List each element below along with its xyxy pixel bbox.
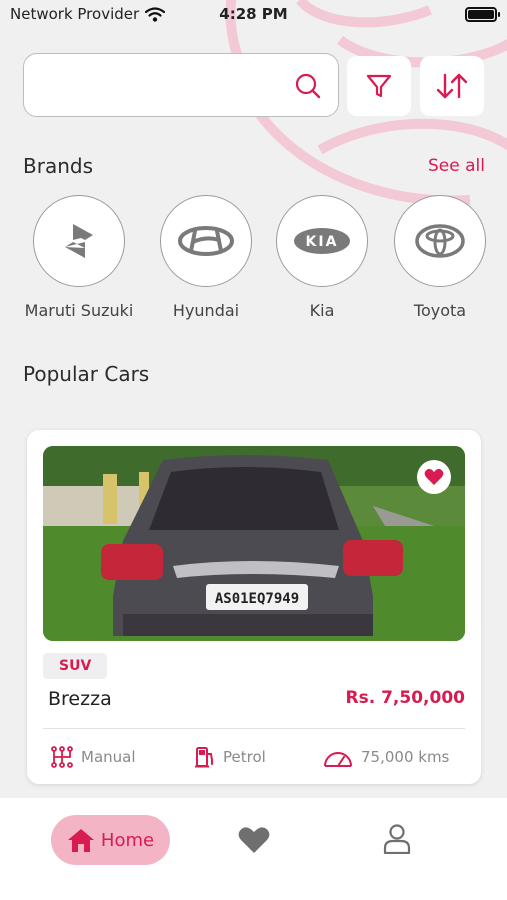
favorite-button[interactable] xyxy=(417,460,451,494)
car-name: Brezza xyxy=(48,688,112,710)
suzuki-logo-icon xyxy=(65,224,93,258)
search-input[interactable] xyxy=(23,53,339,117)
battery-icon xyxy=(465,7,500,22)
kia-logo-icon: KIA xyxy=(294,228,350,254)
user-icon xyxy=(383,824,411,855)
hyundai-logo-icon xyxy=(178,226,234,256)
bottom-nav: Home xyxy=(0,798,507,900)
car-image: AS01EQ7949 xyxy=(43,446,465,641)
transmission-label: Manual xyxy=(81,748,136,766)
heart-icon xyxy=(424,468,444,485)
brands-title: Brands xyxy=(23,154,93,178)
brand-label: Maruti Suzuki xyxy=(24,301,134,320)
status-time: 4:28 PM xyxy=(219,5,288,23)
spec-transmission: Manual xyxy=(51,746,136,768)
brand-logo-circle[interactable] xyxy=(33,195,125,287)
car-card[interactable]: AS01EQ7949 SUV Brezza Rs. 7,50,000 Manua… xyxy=(27,430,481,784)
brand-label: Kia xyxy=(309,301,335,320)
brand-hyundai[interactable]: Hyundai xyxy=(146,195,266,320)
kia-logo-text: KIA xyxy=(306,234,339,250)
brand-logo-circle[interactable] xyxy=(160,195,252,287)
nav-home-button[interactable]: Home xyxy=(51,815,170,865)
spec-fuel: Petrol xyxy=(195,746,266,768)
popular-cars-title: Popular Cars xyxy=(23,362,150,386)
brand-logo-circle[interactable] xyxy=(394,195,486,287)
plate-text: AS01EQ7949 xyxy=(215,591,299,607)
car-type-badge: SUV xyxy=(43,653,108,679)
brand-kia[interactable]: KIA Kia xyxy=(262,195,382,320)
spec-mileage: 75,000 kms xyxy=(323,746,449,768)
toyota-logo-icon xyxy=(415,224,465,258)
brand-label: Hyundai xyxy=(172,301,240,320)
car-photo[interactable]: AS01EQ7949 xyxy=(43,446,465,641)
mileage-label: 75,000 kms xyxy=(361,748,450,766)
divider xyxy=(43,728,465,729)
speedometer-icon xyxy=(324,752,352,767)
heart-icon xyxy=(238,827,270,853)
nav-profile-button[interactable] xyxy=(383,824,411,858)
fuel-label: Petrol xyxy=(223,748,266,766)
nav-favorites-button[interactable] xyxy=(238,826,270,858)
search-icon[interactable] xyxy=(294,72,322,100)
filter-icon xyxy=(366,74,392,98)
fuel-pump-icon xyxy=(195,747,213,768)
see-all-link[interactable]: See all xyxy=(428,156,485,176)
brand-label: Toyota xyxy=(413,301,467,320)
filter-button[interactable] xyxy=(347,56,411,116)
sort-button[interactable] xyxy=(420,56,484,116)
status-bar: Network Provider 4:28 PM xyxy=(0,0,507,30)
home-icon xyxy=(67,829,94,852)
brand-maruti-suzuki[interactable]: Maruti Suzuki xyxy=(19,195,139,320)
car-price: Rs. 7,50,000 xyxy=(345,688,465,708)
brand-toyota[interactable]: Toyota xyxy=(380,195,500,320)
nav-home-label: Home xyxy=(100,829,155,851)
gear-shift-icon xyxy=(51,746,73,768)
sort-icon xyxy=(436,73,468,99)
brand-logo-circle[interactable]: KIA xyxy=(276,195,368,287)
